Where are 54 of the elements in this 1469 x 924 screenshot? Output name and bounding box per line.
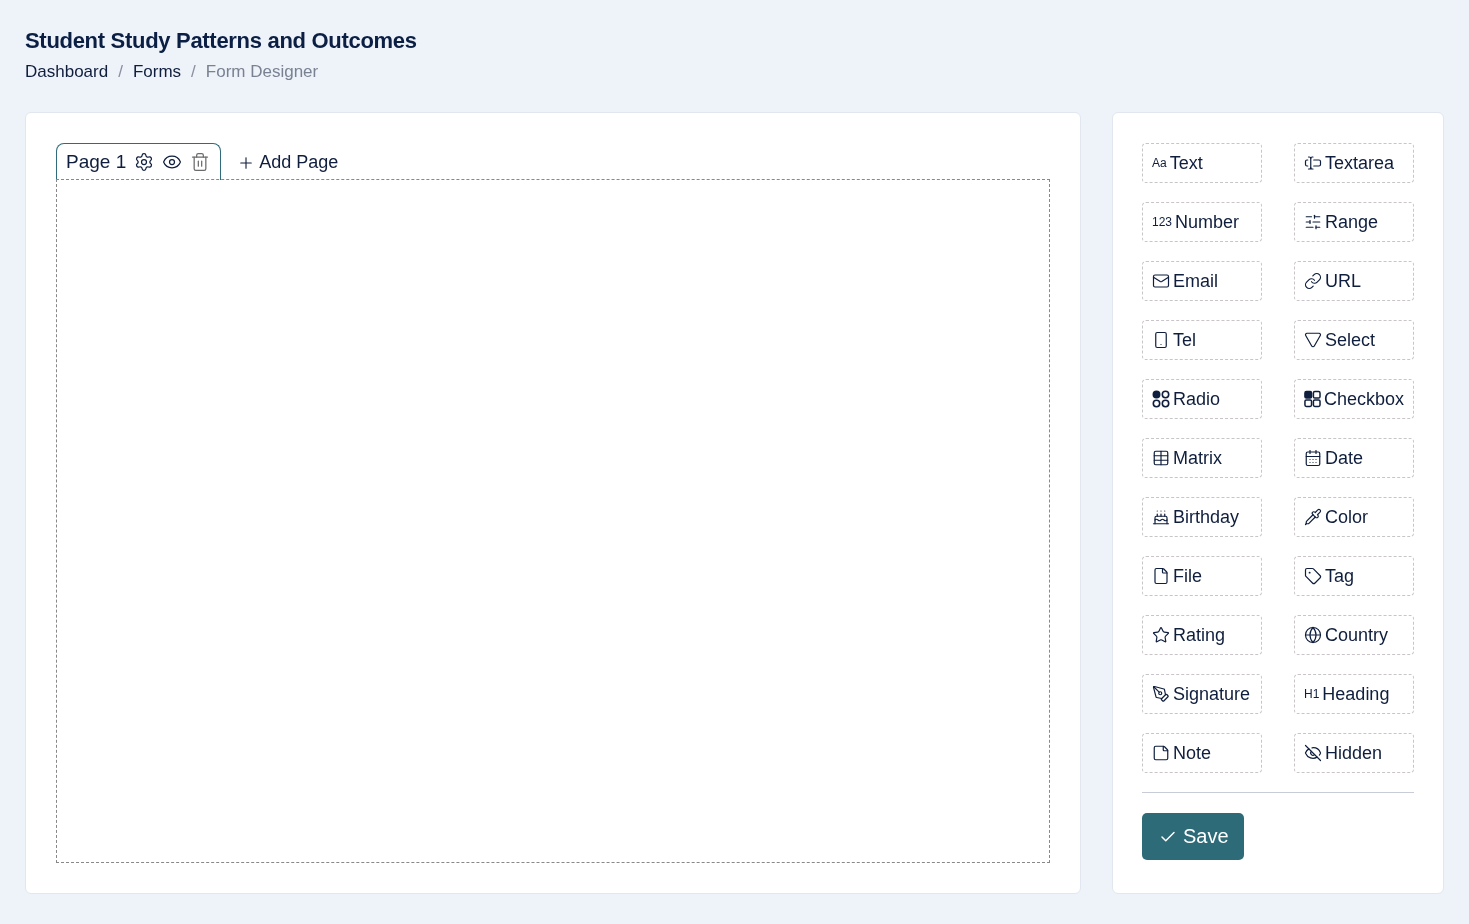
text-cursor-icon	[1304, 154, 1322, 172]
field-type-button[interactable]: Tag	[1294, 556, 1414, 596]
field-type-button[interactable]: Birthday	[1142, 497, 1262, 537]
field-type-button[interactable]: Checkbox	[1294, 379, 1414, 419]
breadcrumb-link[interactable]: Forms	[132, 62, 182, 82]
cake-icon	[1152, 508, 1170, 526]
file-icon	[1152, 567, 1170, 585]
page-title: Student Study Patterns and Outcomes	[25, 28, 418, 54]
star-icon	[1152, 626, 1170, 644]
field-type-button[interactable]: URL	[1294, 261, 1414, 301]
note-icon	[1152, 744, 1170, 762]
save-button[interactable]: Save	[1142, 813, 1244, 860]
field-type-button[interactable]: Rating	[1142, 615, 1262, 655]
link-icon	[1304, 272, 1322, 290]
sliders-icon	[1304, 213, 1322, 231]
radio-circles-icon	[1152, 390, 1170, 408]
icon-glyph: H1	[1304, 687, 1320, 701]
field-type-button[interactable]: Country	[1294, 615, 1414, 655]
field-type-button[interactable]: Color	[1294, 497, 1414, 537]
add-page-button[interactable]: Add Page	[229, 146, 347, 179]
tag-icon	[1304, 567, 1322, 585]
field-type-button[interactable]: Range	[1294, 202, 1414, 242]
breadcrumb-separator: /	[118, 62, 123, 82]
field-type-button[interactable]: Date	[1294, 438, 1414, 478]
icon-glyph: Aa	[1152, 156, 1167, 170]
field-type-button[interactable]: Signature	[1142, 674, 1262, 714]
triangle-icon	[1304, 331, 1322, 349]
pipette-icon	[1304, 508, 1322, 526]
checkbox-grid-icon	[1304, 390, 1321, 408]
field-type-button[interactable]: Radio	[1142, 379, 1262, 419]
icon-glyph: 123	[1152, 215, 1173, 229]
breadcrumb-link[interactable]: Dashboard	[25, 62, 109, 82]
globe-icon	[1304, 626, 1322, 644]
field-type-button[interactable]: File	[1142, 556, 1262, 596]
field-type-button[interactable]: Email	[1142, 261, 1262, 301]
page-tab[interactable]: Page 1	[56, 143, 222, 180]
trash-icon[interactable]	[190, 152, 211, 172]
table-icon	[1152, 449, 1170, 467]
pen-icon	[1152, 685, 1170, 703]
field-type-button[interactable]: Aa Text	[1142, 143, 1262, 183]
calendar-icon	[1304, 449, 1322, 467]
field-type-button[interactable]: Hidden	[1294, 733, 1414, 773]
field-type-button[interactable]: 123 Number	[1142, 202, 1262, 242]
phone-icon	[1152, 331, 1170, 349]
eye-off-icon	[1304, 744, 1322, 762]
field-type-button[interactable]: Note	[1142, 733, 1262, 773]
field-type-button[interactable]: Matrix	[1142, 438, 1262, 478]
field-type-button[interactable]: Textarea	[1294, 143, 1414, 183]
settings-icon[interactable]	[134, 152, 155, 172]
field-type-button[interactable]: H1 Heading	[1294, 674, 1414, 714]
field-type-button[interactable]: Tel	[1142, 320, 1262, 360]
breadcrumb-separator: /	[191, 62, 196, 82]
envelope-icon	[1152, 272, 1170, 290]
field-type-button[interactable]: Select	[1294, 320, 1414, 360]
